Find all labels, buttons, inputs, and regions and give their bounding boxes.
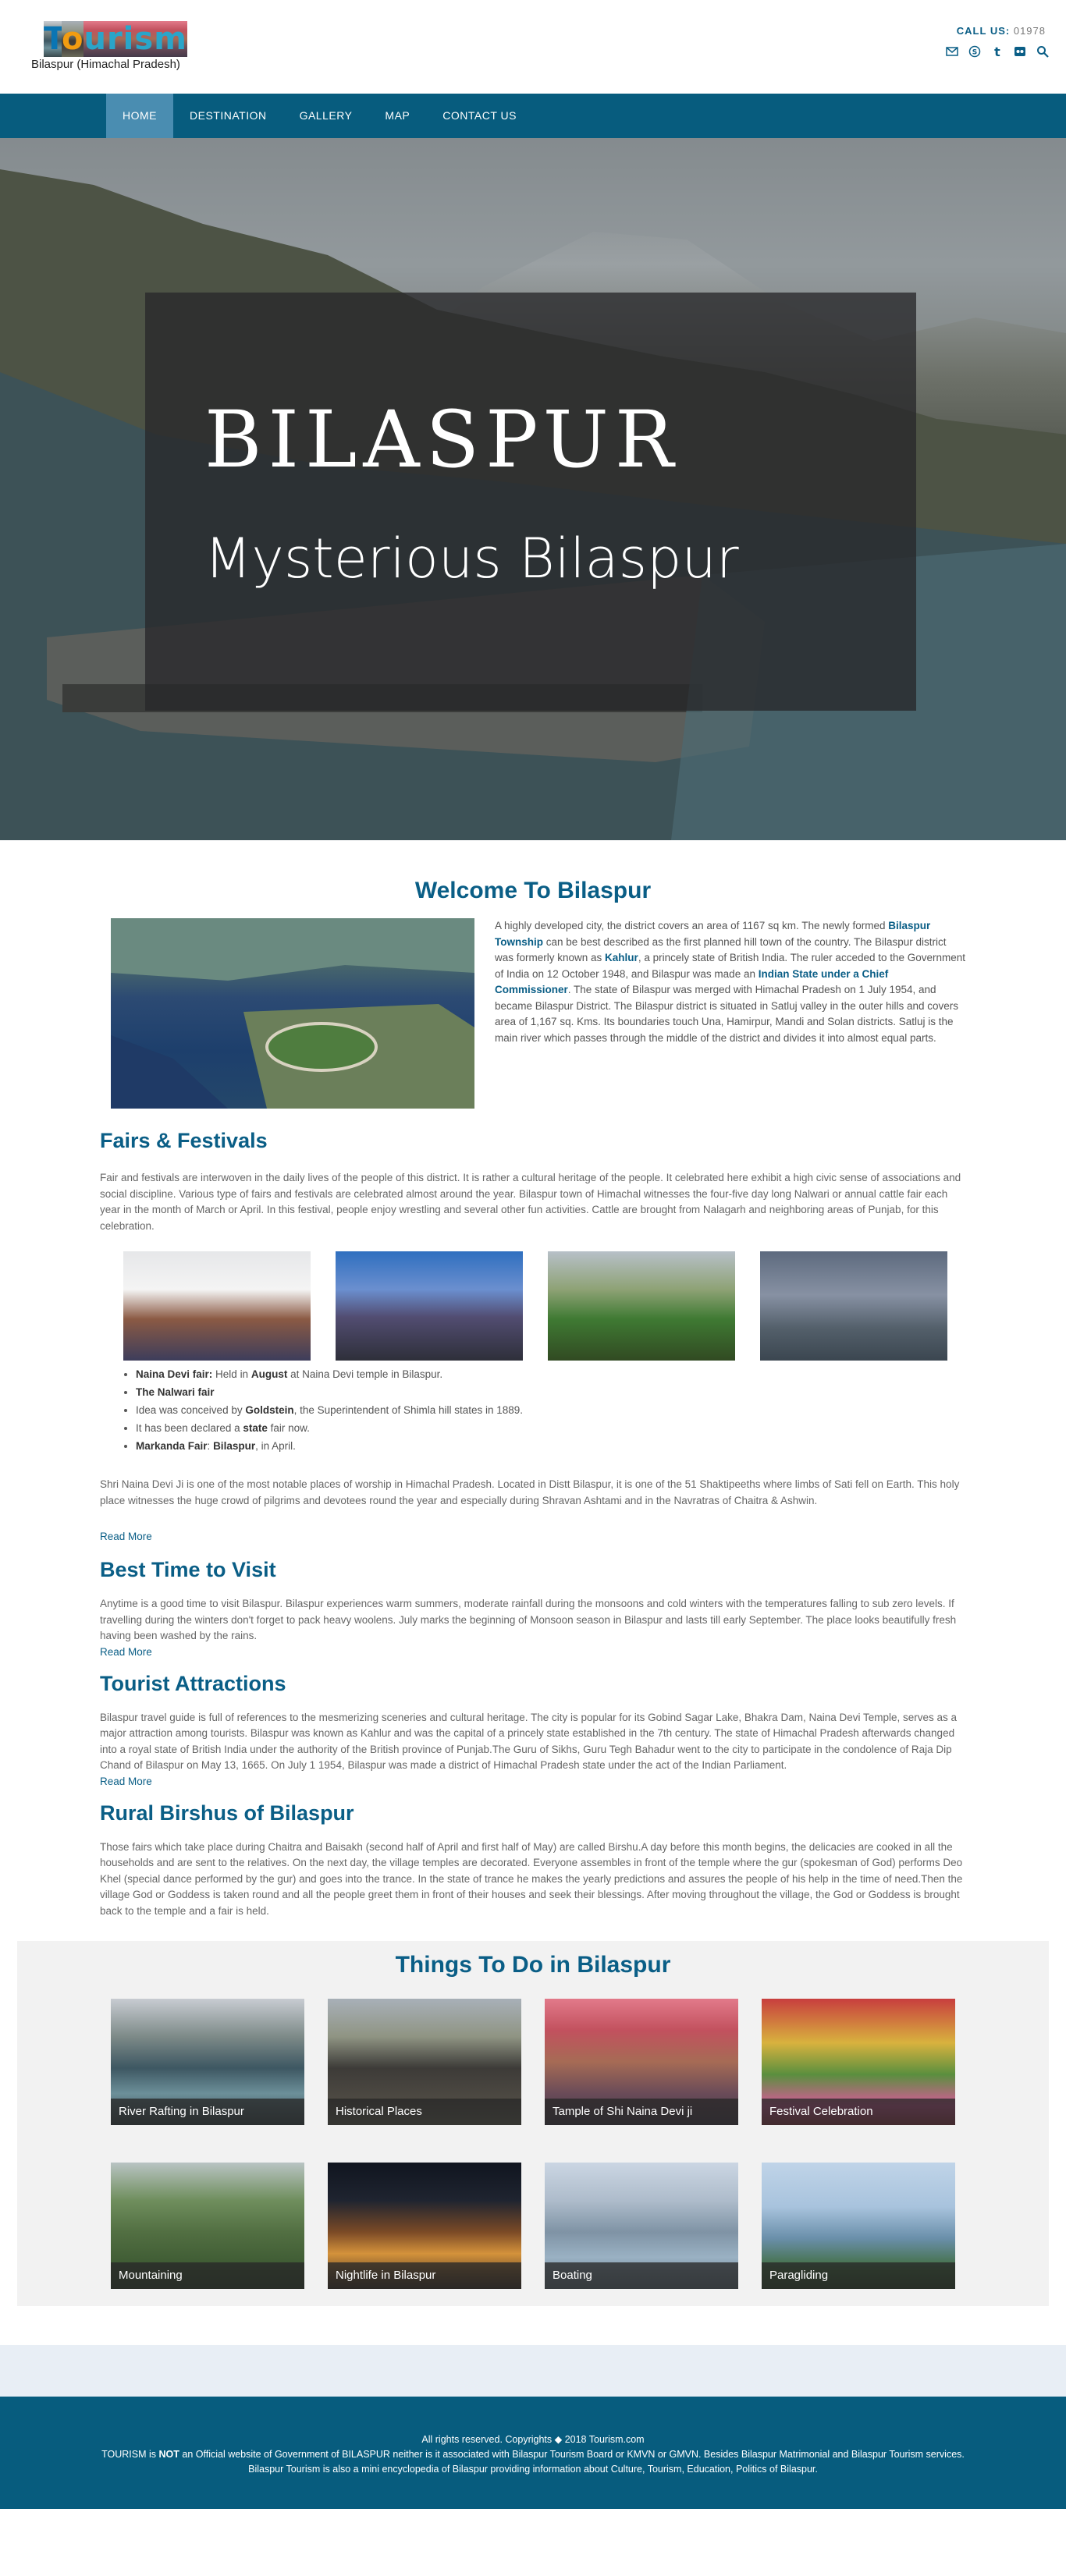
main-content: Welcome To Bilaspur A highly developed c… — [0, 878, 1066, 1919]
things-to-do-heading: Things To Do in Bilaspur — [395, 1952, 671, 1978]
tumblr-icon[interactable]: t — [991, 44, 1004, 59]
attractions-text: Bilaspur travel guide is full of referen… — [100, 1711, 958, 1772]
card-river-rafting[interactable]: River Rafting in Bilaspur — [111, 1999, 304, 2125]
fairs-intro: Fair and festivals are interwoven in the… — [100, 1172, 961, 1232]
nav-item-destination[interactable]: DESTINATION — [173, 94, 283, 138]
fairs-heading: Fairs & Festivals — [100, 1129, 268, 1152]
nav-item-contact-us[interactable]: CONTACT US — [426, 94, 533, 138]
pre-footer-band — [0, 2345, 1066, 2397]
hero-subtitle: Mysterious Bilaspur — [204, 527, 739, 591]
card-caption: Festival Celebration — [762, 2099, 955, 2125]
main-nav: HOME DESTINATION GALLERY MAP CONTACT US — [0, 94, 1066, 138]
link-kahlur[interactable]: Kahlur — [605, 952, 638, 963]
card-historical-places[interactable]: Historical Places — [328, 1999, 521, 2125]
card-caption: Tample of Shi Naina Devi ji — [545, 2099, 738, 2125]
fairs-gallery — [123, 1251, 966, 1361]
list-item: It has been declared a state fair now. — [136, 1419, 966, 1437]
site-footer: All rights reserved. Copyrights ◆ 2018 T… — [0, 2397, 1066, 2509]
card-caption: Historical Places — [328, 2099, 521, 2125]
card-caption: Mountaining — [111, 2262, 304, 2289]
call-label: CALL US: — [956, 25, 1011, 37]
welcome-section: A highly developed city, the district co… — [111, 918, 966, 1109]
nav-item-gallery[interactable]: GALLERY — [283, 94, 369, 138]
things-grid: River Rafting in Bilaspur Historical Pla… — [111, 1999, 1049, 2289]
rural-heading: Rural Birshus of Bilaspur — [100, 1801, 354, 1825]
svg-text:t: t — [994, 45, 1000, 58]
social-icons: S t — [946, 44, 1049, 59]
site-logo[interactable]: Tourism Bilaspur (Himachal Pradesh) — [31, 21, 187, 71]
svg-text:S: S — [972, 49, 977, 57]
site-header: Tourism Bilaspur (Himachal Pradesh) CALL… — [0, 0, 1066, 94]
hero-title: BILASPUR — [204, 394, 680, 485]
rural-text: Those fairs which take place during Chai… — [100, 1840, 963, 1917]
card-boating[interactable]: Boating — [545, 2163, 738, 2289]
flickr-icon[interactable] — [1014, 45, 1026, 58]
card-caption: River Rafting in Bilaspur — [111, 2099, 304, 2125]
card-nightlife[interactable]: Nightlife in Bilaspur — [328, 2163, 521, 2289]
fairs-read-more-link[interactable]: Read More — [100, 1531, 966, 1542]
skype-icon[interactable]: S — [968, 45, 981, 58]
fairground-image[interactable] — [760, 1251, 947, 1361]
call-us: CALL US: 01978 — [957, 25, 1046, 37]
card-paragliding[interactable]: Paragliding — [762, 2163, 955, 2289]
card-naina-devi-temple[interactable]: Tample of Shi Naina Devi ji — [545, 1999, 738, 2125]
attractions-read-more-link[interactable]: Read More — [100, 1776, 966, 1787]
card-mountaining[interactable]: Mountaining — [111, 2163, 304, 2289]
disclaimer-text: TOURISM is NOT an Official website of Go… — [101, 2449, 965, 2475]
hero-overlay: BILASPUR Mysterious Bilaspur — [145, 293, 916, 711]
best-time-read-more-link[interactable]: Read More — [100, 1646, 966, 1658]
best-time-heading: Best Time to Visit — [100, 1558, 276, 1581]
copyright-text: All rights reserved. Copyrights ◆ 2018 T… — [421, 2434, 645, 2445]
card-caption: Nightlife in Bilaspur — [328, 2262, 521, 2289]
attractions-heading: Tourist Attractions — [100, 1671, 286, 1695]
welcome-heading: Welcome To Bilaspur — [414, 878, 652, 903]
mail-icon[interactable] — [946, 45, 958, 58]
things-to-do-section: Things To Do in Bilaspur River Rafting i… — [17, 1941, 1049, 2306]
best-time-text: Anytime is a good time to visit Bilaspur… — [100, 1598, 957, 1641]
site-subtitle: Bilaspur (Himachal Pradesh) — [31, 58, 180, 71]
list-item: Markanda Fair: Bilaspur, in April. — [136, 1437, 966, 1455]
naina-devi-fair-image[interactable] — [123, 1251, 311, 1361]
logo-wordmark: Tourism — [44, 21, 187, 57]
call-number: 01978 — [1013, 25, 1046, 37]
card-festival-celebration[interactable]: Festival Celebration — [762, 1999, 955, 2125]
ferris-wheel-image[interactable] — [336, 1251, 523, 1361]
folk-dance-image[interactable] — [548, 1251, 735, 1361]
naina-devi-text: Shri Naina Devi Ji is one of the most no… — [100, 1478, 960, 1506]
list-item: The Nalwari fair — [136, 1383, 966, 1401]
bilaspur-aerial-image — [111, 918, 474, 1109]
hero-banner: BILASPUR Mysterious Bilaspur — [0, 138, 1066, 840]
spacer — [0, 2306, 1066, 2345]
card-caption: Boating — [545, 2262, 738, 2289]
fairs-list: Naina Devi fair: Held in August at Naina… — [136, 1365, 966, 1455]
list-item: Naina Devi fair: Held in August at Naina… — [136, 1365, 966, 1383]
nav-item-home[interactable]: HOME — [106, 94, 173, 138]
search-icon[interactable] — [1036, 45, 1049, 58]
nav-item-map[interactable]: MAP — [368, 94, 426, 138]
card-caption: Paragliding — [762, 2262, 955, 2289]
list-item: Idea was conceived by Goldstein, the Sup… — [136, 1401, 966, 1419]
welcome-text: A highly developed city, the district co… — [495, 920, 966, 1044]
